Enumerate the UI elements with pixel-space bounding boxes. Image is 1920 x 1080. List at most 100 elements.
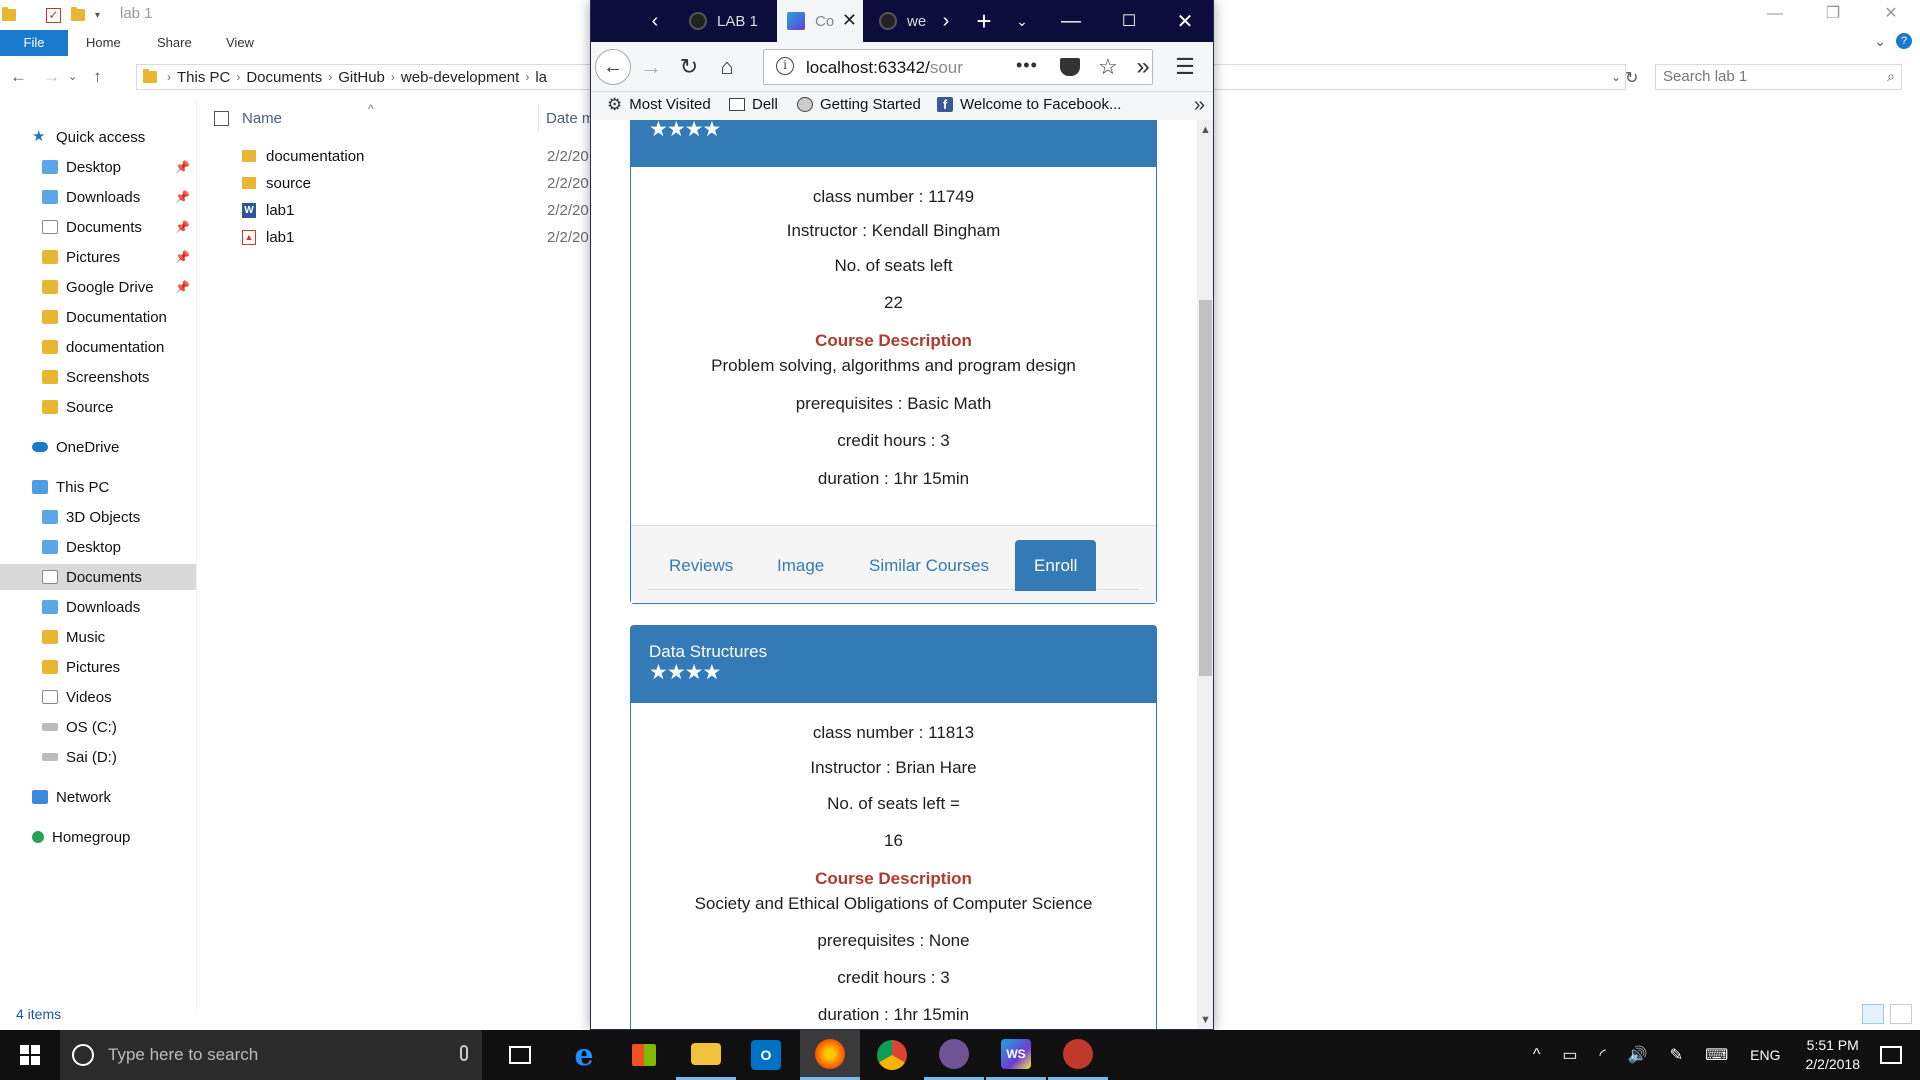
nav-item-google-drive[interactable]: Google Drive 📌 — [0, 274, 196, 300]
nav-item-desktop[interactable]: Desktop 📌 — [0, 154, 196, 180]
nav-item-documents[interactable]: Documents 📌 — [0, 214, 196, 240]
nav-item-pc-pictures[interactable]: Pictures — [0, 654, 196, 680]
start-button[interactable] — [0, 1030, 60, 1080]
column-name[interactable]: Name — [242, 110, 282, 127]
minimize-icon[interactable]: — — [1746, 0, 1804, 30]
nav-item-screenshots[interactable]: Screenshots — [0, 364, 196, 390]
back-icon[interactable]: ← — [10, 67, 27, 87]
search-input[interactable]: Search lab 1 ⌕ — [1655, 64, 1902, 90]
nav-item-sai-d[interactable]: Sai (D:) — [0, 744, 196, 770]
bookmark-dell[interactable]: Dell — [729, 96, 778, 113]
up-icon[interactable]: ↑ — [93, 67, 102, 87]
taskbar-webstorm[interactable]: WS — [986, 1030, 1046, 1080]
volume-icon[interactable]: 🔊 — [1628, 1045, 1648, 1065]
keyboard-icon[interactable]: ⌨ — [1705, 1045, 1728, 1065]
bookmark-star-icon[interactable]: ☆ — [1098, 54, 1118, 80]
breadcrumb-web-development[interactable]: web-development — [401, 69, 519, 86]
forward-icon[interactable]: → — [43, 67, 60, 87]
microphone-icon[interactable] — [460, 1045, 468, 1061]
refresh-icon[interactable]: ↻ — [1625, 68, 1638, 88]
page-actions-icon[interactable]: ••• — [1016, 55, 1038, 76]
scroll-tabs-left-icon[interactable]: ‹ — [639, 0, 671, 42]
close-tab-icon[interactable]: ✕ — [842, 10, 857, 31]
tab-similar-courses[interactable]: Similar Courses — [869, 540, 989, 591]
bookmarks-overflow-icon[interactable]: » — [1194, 94, 1205, 117]
tab-course-page[interactable]: Co ✕ — [777, 0, 863, 42]
nav-this-pc[interactable]: This PC — [0, 474, 196, 500]
nav-item-documentation[interactable]: Documentation — [0, 304, 196, 330]
overflow-chevron-icon[interactable]: » — [1127, 51, 1159, 83]
minimize-icon[interactable]: — — [1043, 0, 1099, 42]
taskbar-edge[interactable]: e — [554, 1030, 614, 1080]
site-info-icon[interactable]: i — [776, 57, 794, 75]
nav-item-downloads[interactable]: Downloads 📌 — [0, 184, 196, 210]
maximize-icon[interactable]: ☐ — [1101, 0, 1157, 42]
scroll-tabs-right-icon[interactable]: › — [931, 0, 961, 42]
help-icon[interactable]: ? — [1896, 33, 1912, 49]
column-date[interactable]: Date m — [546, 110, 594, 127]
nav-item-source[interactable]: Source — [0, 394, 196, 420]
pen-icon[interactable]: ✎ — [1670, 1045, 1683, 1065]
taskbar-file-explorer[interactable] — [676, 1030, 736, 1080]
taskbar-chrome[interactable] — [862, 1030, 922, 1080]
customize-toolbar-icon[interactable]: ▾ — [95, 10, 100, 21]
breadcrumb-github[interactable]: GitHub — [338, 69, 385, 86]
list-all-tabs-icon[interactable]: ⌄ — [1007, 0, 1037, 42]
bookmark-most-visited[interactable]: ⚙ Most Visited — [607, 96, 711, 113]
taskbar-store[interactable] — [614, 1030, 674, 1080]
nav-item-documentation-lower[interactable]: documentation — [0, 334, 196, 360]
breadcrumb-lab[interactable]: la — [535, 69, 547, 86]
nav-network[interactable]: Network — [0, 784, 196, 810]
tab-home[interactable]: Home — [86, 30, 121, 56]
file-row[interactable]: W lab1 2/2/20 — [242, 197, 642, 223]
nav-item-pc-desktop[interactable]: Desktop — [0, 534, 196, 560]
tab-lab1[interactable]: LAB 1 — [689, 0, 775, 42]
nav-homegroup[interactable]: Homegroup — [0, 824, 196, 850]
battery-icon[interactable]: ▭ — [1562, 1045, 1577, 1065]
scroll-down-icon[interactable]: ▼ — [1200, 1014, 1211, 1026]
large-icons-view-icon[interactable] — [1890, 1004, 1912, 1024]
nav-item-os-c[interactable]: OS (C:) — [0, 714, 196, 740]
nav-item-music[interactable]: Music — [0, 624, 196, 650]
tab-share[interactable]: Share — [157, 30, 192, 56]
tab-file[interactable]: File — [0, 30, 68, 56]
expand-ribbon-icon[interactable]: ⌄ — [1874, 33, 1886, 50]
forward-icon[interactable]: → — [635, 51, 667, 83]
taskbar-github-desktop[interactable] — [924, 1030, 984, 1080]
breadcrumb-this-pc[interactable]: This PC — [177, 69, 230, 86]
nav-onedrive[interactable]: OneDrive — [0, 434, 196, 460]
properties-icon[interactable]: ✓ — [46, 7, 61, 23]
clock[interactable]: 5:51 PM 2/2/2018 — [1806, 1036, 1861, 1074]
new-tab-icon[interactable]: + — [963, 0, 1005, 42]
wifi-icon[interactable]: ◜ — [1600, 1045, 1606, 1065]
back-icon[interactable]: ← — [595, 49, 631, 85]
tab-web-development[interactable]: we — [879, 0, 931, 42]
action-center-icon[interactable] — [1880, 1046, 1902, 1064]
nav-quick-access[interactable]: ★ Quick access — [0, 124, 196, 150]
file-row[interactable]: source 2/2/20 — [242, 170, 642, 196]
close-icon[interactable]: ✕ — [1862, 0, 1920, 30]
tab-image[interactable]: Image — [777, 540, 824, 591]
new-folder-icon[interactable] — [71, 7, 85, 21]
close-icon[interactable]: ✕ — [1157, 0, 1213, 42]
url-bar[interactable]: i localhost:63342/sour ••• ☆ — [763, 49, 1153, 85]
restore-icon[interactable]: ❐ — [1804, 0, 1862, 30]
nav-item-pc-documents[interactable]: Documents — [0, 564, 196, 590]
language-indicator[interactable]: ENG — [1750, 1047, 1780, 1063]
tab-enroll[interactable]: Enroll — [1015, 540, 1097, 591]
bookmark-getting-started[interactable]: Getting Started — [797, 96, 921, 113]
reload-icon[interactable]: ↻ — [673, 51, 705, 83]
scrollbar-thumb[interactable] — [1199, 300, 1212, 676]
file-row[interactable]: ▲ lab1 2/2/20 — [242, 224, 642, 250]
select-all-checkbox[interactable] — [214, 111, 229, 126]
scroll-up-icon[interactable]: ▲ — [1200, 124, 1211, 136]
vertical-scrollbar[interactable]: ▲ ▼ — [1197, 120, 1213, 1029]
pocket-icon[interactable] — [1060, 58, 1080, 76]
show-hidden-icons-icon[interactable]: ^ — [1533, 1046, 1541, 1064]
taskbar-firefox[interactable] — [800, 1030, 860, 1080]
hamburger-menu-icon[interactable]: ☰ — [1169, 51, 1201, 83]
taskbar-outlook[interactable]: O — [736, 1030, 796, 1080]
tab-reviews[interactable]: Reviews — [669, 540, 733, 591]
home-icon[interactable]: ⌂ — [711, 51, 743, 83]
tab-view[interactable]: View — [226, 30, 254, 56]
